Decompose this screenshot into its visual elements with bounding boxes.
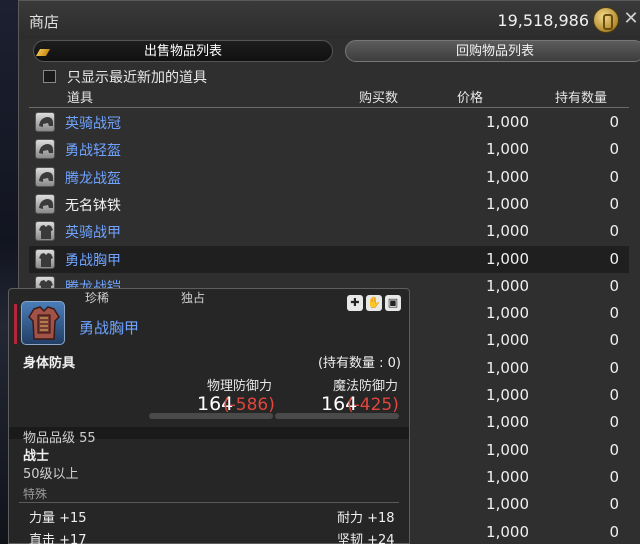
item-owned: 0 xyxy=(609,331,619,350)
item-row[interactable]: 勇战胸甲 1,000 0 xyxy=(29,245,629,273)
item-price: 1,000 xyxy=(486,304,529,323)
tab-bar: 出售物品列表 回购物品列表 xyxy=(33,40,640,62)
item-owned: 0 xyxy=(609,140,619,159)
filter-checkbox[interactable] xyxy=(43,70,56,83)
column-header-price: 价格 xyxy=(457,91,484,106)
item-price: 1,000 xyxy=(486,276,529,295)
close-icon[interactable]: ✕ xyxy=(621,7,640,31)
item-owned: 0 xyxy=(609,304,619,323)
item-row[interactable]: 勇战轻盔 1,000 0 xyxy=(29,136,629,163)
item-owned: 0 xyxy=(609,386,619,404)
stat-strength: 力量 +15 xyxy=(29,511,87,526)
item-row[interactable]: 无名钵铁 1,000 0 xyxy=(29,191,629,218)
tooltip-item-level: 物品品级 55 xyxy=(23,431,96,446)
item-price: 1,000 xyxy=(486,331,529,350)
item-name: 勇战轻盔 xyxy=(65,143,121,160)
item-owned: 0 xyxy=(609,113,619,131)
body-armor-icon xyxy=(14,301,65,345)
item-price: 1,000 xyxy=(486,249,529,268)
column-header-item: 道具 xyxy=(67,91,94,106)
item-owned: 0 xyxy=(609,358,619,377)
item-price: 1,000 xyxy=(486,522,529,541)
body-armor-icon xyxy=(35,248,55,269)
item-price: 1,000 xyxy=(486,113,529,131)
item-price: 1,000 xyxy=(486,495,529,514)
item-price: 1,000 xyxy=(486,413,529,432)
item-price: 1,000 xyxy=(486,467,529,486)
item-owned: 0 xyxy=(609,467,619,486)
tab-buyback-list[interactable]: 回购物品列表 xyxy=(345,40,640,62)
stat-direct-hit: 直击 +17 xyxy=(29,533,87,544)
item-price: 1,000 xyxy=(486,386,529,404)
item-name: 英骑战冠 xyxy=(65,116,121,132)
item-owned: 0 xyxy=(609,522,619,541)
item-owned: 0 xyxy=(609,167,619,186)
item-row[interactable]: 英骑战冠 1,000 0 xyxy=(29,109,629,136)
stat-tenacity: 坚韧 +24 xyxy=(337,533,395,544)
column-header-owned: 持有数量 xyxy=(555,91,608,106)
item-name: 勇战胸甲 xyxy=(65,252,121,269)
tooltip-item-name: 勇战胸甲 xyxy=(79,319,140,337)
gil-amount: 19,518,986 xyxy=(497,11,589,30)
phys-defense-label: 物理防御力 xyxy=(207,379,273,394)
helmet-icon xyxy=(35,112,55,132)
magic-defense-label: 魔法防御力 xyxy=(333,379,399,394)
tooltip-rarity: 珍稀 xyxy=(85,291,110,305)
body-armor-icon xyxy=(35,221,55,242)
tab-sell-list[interactable]: 出售物品列表 xyxy=(33,40,333,62)
tooltip-job: 战士 xyxy=(23,449,50,464)
active-tab-marker-icon xyxy=(35,49,51,56)
item-owned: 0 xyxy=(609,249,619,268)
item-price: 1,000 xyxy=(486,167,529,186)
item-price: 1,000 xyxy=(486,140,529,159)
tab-buyback-label: 回购物品列表 xyxy=(455,44,534,59)
hand-icon: ✋ xyxy=(366,295,382,311)
item-price: 1,000 xyxy=(486,358,529,377)
helmet-icon xyxy=(35,193,55,214)
tooltip-badges: ✚ ✋ ▣ xyxy=(344,291,401,311)
stat-vitality: 耐力 +18 xyxy=(337,511,395,526)
window-title: 商店 xyxy=(29,13,60,31)
tooltip-category: 身体防具 xyxy=(23,356,76,371)
filter-checkbox-label: 只显示最近新加的道具 xyxy=(67,70,207,86)
item-price: 1,000 xyxy=(486,222,529,241)
tooltip-special-label: 特殊 xyxy=(23,487,48,501)
item-price: 1,000 xyxy=(486,440,529,459)
item-owned: 0 xyxy=(609,413,619,432)
helmet-icon xyxy=(35,166,55,187)
item-owned: 0 xyxy=(609,440,619,459)
title-bar: 商店 19,518,986 ✕ xyxy=(19,1,640,39)
item-tooltip: 珍稀 独占 ✚ ✋ ▣ 勇战胸甲 身体防具 (持有数量 : 0) 物理防御力 魔法防… xyxy=(8,288,410,544)
gil-coin-icon xyxy=(593,7,619,33)
item-name: 英骑战甲 xyxy=(65,225,121,242)
item-owned: 0 xyxy=(609,222,619,241)
column-header-qty: 购买数 xyxy=(359,91,399,106)
header-divider xyxy=(29,107,629,108)
item-name: 无名钵铁 xyxy=(65,197,121,214)
item-owned: 0 xyxy=(609,276,619,295)
helmet-icon xyxy=(35,139,55,160)
item-owned: 0 xyxy=(609,495,619,514)
chest-icon: ▣ xyxy=(385,295,401,311)
magic-defense-diff: (-425) xyxy=(347,395,399,415)
tooltip-level-requirement: 50级以上 xyxy=(23,467,79,482)
tooltip-special-divider xyxy=(19,502,399,503)
item-name: 腾龙战盔 xyxy=(65,170,121,187)
tooltip-owned-count: (持有数量 : 0) xyxy=(317,356,401,371)
phys-defense-diff: (-586) xyxy=(223,395,275,415)
tab-sell-label: 出售物品列表 xyxy=(143,44,222,59)
item-row[interactable]: 英骑战甲 1,000 0 xyxy=(29,218,629,245)
item-owned: 0 xyxy=(609,194,619,213)
cross-icon: ✚ xyxy=(347,295,363,311)
item-price: 1,000 xyxy=(486,194,529,213)
tooltip-unique: 独占 xyxy=(181,291,206,305)
item-row[interactable]: 腾龙战盔 1,000 0 xyxy=(29,164,629,191)
